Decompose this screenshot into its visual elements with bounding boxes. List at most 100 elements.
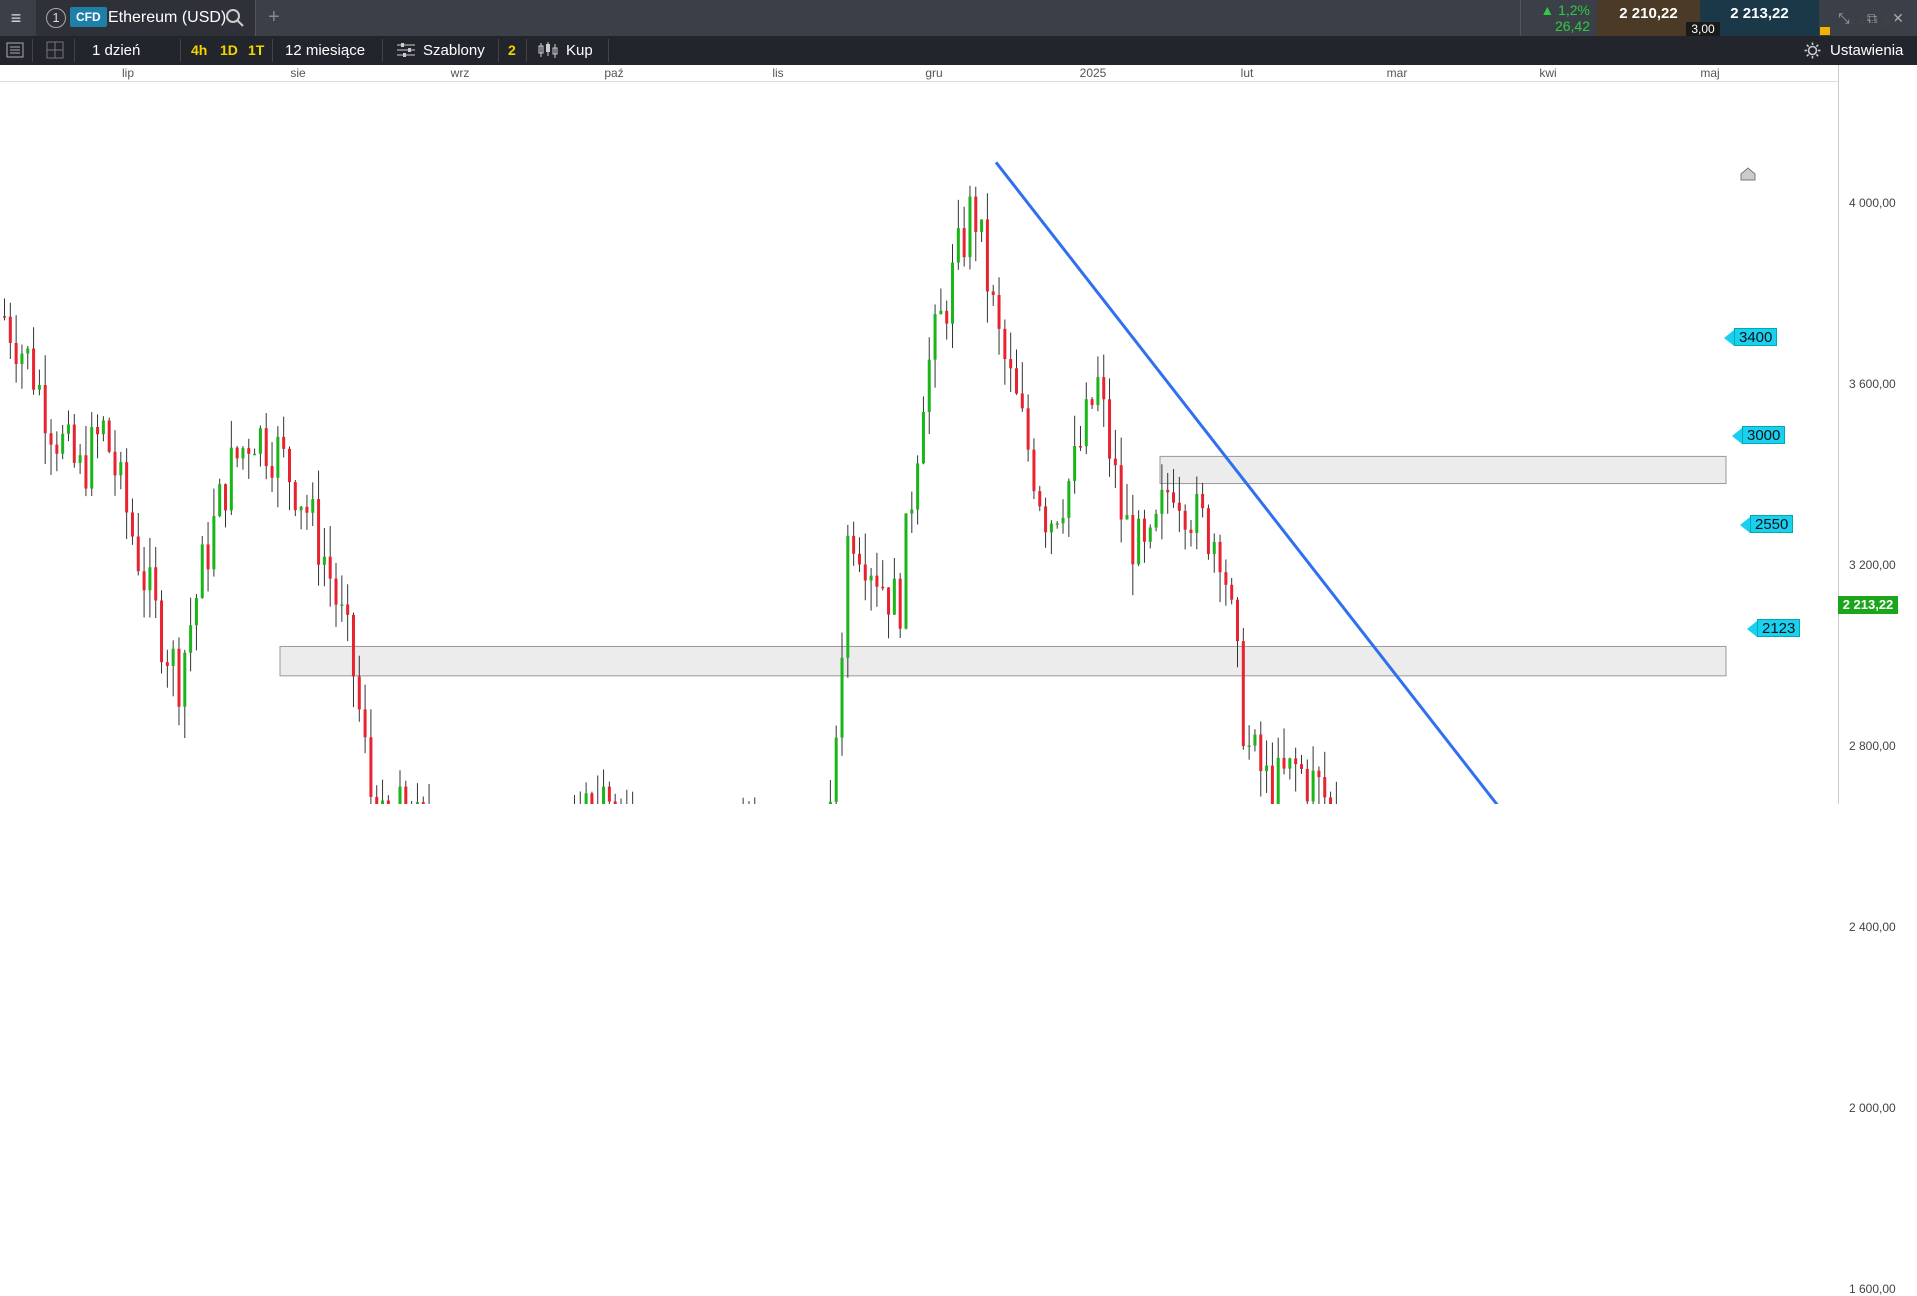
settings-button[interactable]: Ustawienia xyxy=(1830,36,1903,65)
add-tab-button[interactable]: + xyxy=(268,6,280,28)
level-tag-2550[interactable]: 2550 xyxy=(1739,515,1794,533)
candle-body xyxy=(206,544,210,570)
spread-value: 3,00 xyxy=(1686,22,1720,37)
y-tick-label: 4 400,00 xyxy=(1849,15,1896,29)
search-icon[interactable] xyxy=(224,7,246,29)
candle-body xyxy=(14,342,18,365)
candle-body xyxy=(1294,758,1298,765)
interval-dropdown[interactable]: 1 dzień xyxy=(92,36,140,65)
candle-body xyxy=(1230,584,1234,600)
candle-body xyxy=(834,737,838,802)
candle-body xyxy=(334,578,338,605)
candle-body xyxy=(1014,368,1018,394)
candle-body xyxy=(1090,399,1094,406)
cfd-badge: CFD xyxy=(70,7,107,27)
x-tick-label: kwi xyxy=(1539,66,1557,80)
candle-body xyxy=(974,196,978,233)
candle-body xyxy=(177,648,181,707)
candle-body xyxy=(253,453,257,456)
y-tick-label: 4 000,00 xyxy=(1849,196,1896,210)
candle-body xyxy=(375,796,379,804)
candle-body xyxy=(136,536,140,572)
candle-body xyxy=(224,484,228,511)
y-tick-label: 3 200,00 xyxy=(1849,558,1896,572)
level-tag-3400[interactable]: 3400 xyxy=(1723,328,1778,346)
candle-body xyxy=(869,575,873,581)
candle-body xyxy=(96,427,100,435)
candle-body xyxy=(235,447,239,459)
candle-body xyxy=(229,447,233,511)
candle-body xyxy=(3,316,6,318)
candle-body xyxy=(863,564,867,581)
candle-body xyxy=(956,228,960,263)
current-price-label: 2 213,22 xyxy=(1838,596,1898,614)
candle-body xyxy=(1305,768,1309,802)
candle-body xyxy=(363,709,367,738)
candle-body xyxy=(305,506,309,513)
leverage-indicator xyxy=(1820,27,1830,35)
candle-body xyxy=(357,676,361,710)
candle-body xyxy=(997,295,1001,329)
range-dropdown[interactable]: 12 miesiące xyxy=(285,36,365,65)
candle-body xyxy=(1049,523,1053,533)
instrument-name: Ethereum (USD) xyxy=(108,9,227,26)
candle-body xyxy=(1009,359,1013,369)
candle-body xyxy=(1183,510,1187,530)
candle-body xyxy=(247,448,251,454)
level-tag-2123[interactable]: 2123 xyxy=(1746,619,1801,637)
candle-body xyxy=(1003,328,1007,360)
candle-body xyxy=(55,444,59,454)
candle-body xyxy=(61,433,65,454)
candle-body xyxy=(945,310,949,324)
candlestick-icon xyxy=(538,42,558,58)
layout-icon[interactable] xyxy=(46,41,64,59)
candle-body xyxy=(968,196,972,258)
candle-body xyxy=(939,310,943,315)
candle-body xyxy=(8,316,12,343)
top-bar: ≡ 1 CFD Ethereum (USD) + ▲ 1,2% 26,42 2 … xyxy=(0,0,1917,37)
gear-icon[interactable] xyxy=(1804,42,1821,59)
candle-body xyxy=(916,463,920,510)
candle-body xyxy=(1288,758,1292,769)
x-axis: lip sie wrz paź lis gru 2025 lut mar kwi… xyxy=(0,65,1838,82)
change-percent-value: 1,2% xyxy=(1558,2,1590,18)
y-axis: 4 400,00 4 000,00 3 600,00 3 200,00 2 800,00… xyxy=(1838,15,1917,1296)
candle-body xyxy=(904,513,908,629)
candle-body xyxy=(258,428,262,454)
interval-1d-button[interactable]: 1D xyxy=(220,36,238,65)
buy-button[interactable]: Kup xyxy=(566,36,593,65)
candle-body xyxy=(602,786,606,804)
candle-body xyxy=(125,462,129,513)
candle-body xyxy=(1154,513,1158,528)
home-marker-icon xyxy=(1740,167,1756,181)
candle-body xyxy=(299,506,303,511)
candle-body xyxy=(241,448,245,459)
sell-price-button[interactable]: 2 210,22 xyxy=(1597,0,1700,36)
x-tick-label: 2025 xyxy=(1079,66,1107,80)
price-chart[interactable] xyxy=(0,82,1838,804)
candle-body xyxy=(130,512,134,537)
tab-number: 1 xyxy=(46,8,66,28)
templates-button[interactable]: Szablony xyxy=(423,36,485,65)
candle-body xyxy=(328,556,332,579)
level-tag-3000[interactable]: 3000 xyxy=(1731,426,1786,444)
hamburger-icon[interactable]: ≡ xyxy=(6,8,26,28)
candle-body xyxy=(1067,480,1071,518)
list-icon[interactable] xyxy=(6,41,24,59)
interval-4h-button[interactable]: 4h xyxy=(191,36,207,65)
candle-body xyxy=(1201,494,1205,509)
instrument-tab[interactable]: 1 CFD Ethereum (USD) xyxy=(36,0,256,36)
candle-body xyxy=(381,800,385,804)
candle-body xyxy=(1102,377,1106,400)
candle-body xyxy=(90,427,94,489)
interval-1w-button[interactable]: 1T xyxy=(248,36,264,65)
candle-body xyxy=(386,800,390,804)
candle-body xyxy=(1317,770,1321,778)
candle-body xyxy=(165,662,169,666)
candle-body xyxy=(1044,506,1048,533)
candle-body xyxy=(892,578,896,615)
candle-body xyxy=(1241,641,1245,747)
candle-body xyxy=(183,652,187,707)
candle-body xyxy=(270,466,274,478)
candle-body xyxy=(311,499,315,513)
